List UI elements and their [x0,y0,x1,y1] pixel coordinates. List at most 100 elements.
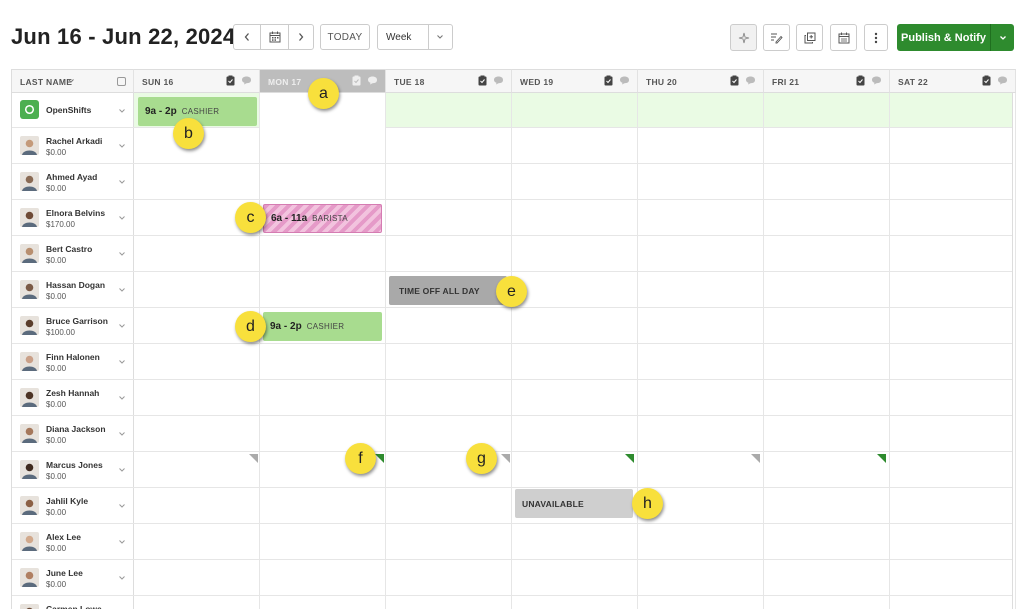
day-cell[interactable] [134,452,260,488]
edit-notes-button[interactable] [763,24,790,51]
day-cell[interactable] [134,596,260,609]
day-cell[interactable] [890,200,1016,236]
open-shift-day-cell[interactable] [638,93,764,128]
day-cell[interactable] [764,596,890,609]
employee-name-cell[interactable]: Bert Castro $0.00 [12,236,134,271]
publish-notify-button[interactable]: Publish & Notify [897,24,990,51]
shift-card-bruce[interactable]: 9a - 2p CASHIER [263,312,382,341]
day-cell[interactable] [764,200,890,236]
employee-name-cell[interactable]: Carmen Lowe [12,596,134,609]
prev-week-button[interactable] [233,24,261,50]
day-cell[interactable] [890,308,1016,344]
day-cell[interactable] [386,308,512,344]
employee-name-cell[interactable]: Rachel Arkadi $0.00 [12,128,134,163]
view-select[interactable]: Week [377,24,453,50]
next-week-button[interactable] [288,24,314,50]
open-shift-day-cell[interactable] [386,93,512,128]
day-cell[interactable] [134,524,260,560]
day-cell[interactable] [638,344,764,380]
day-cell[interactable] [512,524,638,560]
day-cell[interactable] [386,524,512,560]
day-cell[interactable] [512,416,638,452]
clipboard-icon[interactable] [730,75,739,86]
note-indicator-icon[interactable] [751,454,760,463]
clipboard-icon[interactable] [604,75,613,86]
day-cell[interactable] [386,236,512,272]
day-cell[interactable] [890,128,1016,164]
day-cell[interactable] [890,416,1016,452]
comment-icon[interactable] [997,76,1008,85]
employee-name-cell[interactable]: Elnora Belvins $170.00 [12,200,134,235]
day-column-header[interactable]: SUN 16 [134,69,260,93]
day-cell[interactable] [260,488,386,524]
day-cell[interactable] [260,560,386,596]
clipboard-icon[interactable] [982,75,991,86]
date-picker-button[interactable] [260,24,289,50]
employee-name-cell[interactable]: Zesh Hannah $0.00 [12,380,134,415]
day-column-header[interactable]: SAT 22 [890,69,1016,93]
day-cell[interactable] [386,560,512,596]
day-cell[interactable] [512,164,638,200]
day-cell[interactable] [512,380,638,416]
time-off-card[interactable]: TIME OFF ALL DAY [389,276,507,305]
day-cell[interactable] [890,488,1016,524]
clipboard-icon[interactable] [226,75,235,86]
comment-icon[interactable] [871,76,882,85]
day-cell[interactable] [260,164,386,200]
comment-icon[interactable] [745,76,756,85]
copy-schedule-button[interactable] [796,24,823,51]
publish-dropdown-button[interactable] [991,24,1014,51]
day-cell[interactable] [638,164,764,200]
chevron-down-icon[interactable] [118,358,126,366]
chevron-down-icon[interactable] [118,142,126,150]
employee-name-cell[interactable]: June Lee $0.00 [12,560,134,595]
day-cell[interactable] [386,164,512,200]
day-cell[interactable] [134,560,260,596]
day-cell[interactable] [638,380,764,416]
day-cell[interactable] [386,488,512,524]
day-cell[interactable] [512,200,638,236]
day-cell[interactable] [134,488,260,524]
day-cell[interactable] [638,308,764,344]
day-cell[interactable] [764,344,890,380]
open-shift-day-cell[interactable] [512,93,638,128]
employee-name-cell[interactable]: Hassan Dogan $0.00 [12,272,134,307]
day-cell[interactable] [764,416,890,452]
day-cell[interactable] [638,452,764,488]
today-button[interactable]: TODAY [320,24,370,50]
chevron-down-icon[interactable] [118,250,126,258]
day-cell[interactable] [890,560,1016,596]
note-indicator-icon[interactable] [249,454,258,463]
day-cell[interactable] [764,560,890,596]
chevron-down-icon[interactable] [118,214,126,222]
note-indicator-icon[interactable] [877,454,886,463]
day-cell[interactable] [512,452,638,488]
employee-name-cell[interactable]: Finn Halonen $0.00 [12,344,134,379]
open-shifts-cell[interactable]: OpenShifts [12,93,134,127]
day-cell[interactable] [512,308,638,344]
day-cell[interactable] [512,128,638,164]
day-cell[interactable] [764,488,890,524]
day-cell[interactable] [512,344,638,380]
day-cell[interactable] [764,272,890,308]
chevron-down-icon[interactable] [118,322,126,330]
day-cell[interactable] [134,236,260,272]
day-cell[interactable] [764,308,890,344]
clipboard-icon[interactable] [478,75,487,86]
day-cell[interactable] [764,380,890,416]
select-all-checkbox[interactable] [117,77,126,86]
clipboard-icon[interactable] [352,75,361,86]
chevron-down-icon[interactable] [118,502,126,510]
day-cell[interactable] [260,236,386,272]
day-cell[interactable] [764,128,890,164]
day-cell[interactable] [764,452,890,488]
open-shift-day-cell[interactable] [764,93,890,128]
chevron-down-icon[interactable] [118,538,126,546]
open-shift-day-cell[interactable] [890,93,1016,128]
day-cell[interactable] [764,524,890,560]
employee-name-cell[interactable]: Jahlil Kyle $0.00 [12,488,134,523]
day-cell[interactable] [260,272,386,308]
more-options-button[interactable] [864,24,888,51]
day-cell[interactable] [890,596,1016,609]
day-cell[interactable] [638,236,764,272]
